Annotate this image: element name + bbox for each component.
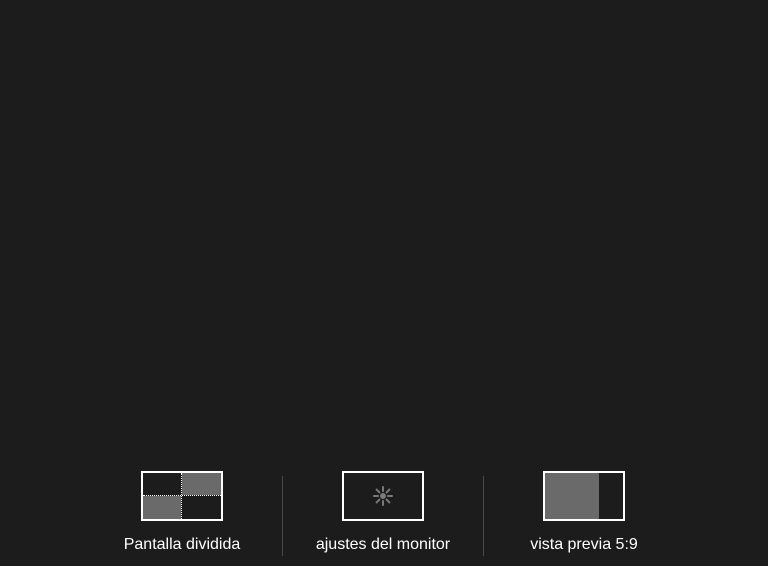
gear-icon	[373, 486, 393, 506]
monitor-settings-frame	[342, 471, 424, 521]
bottom-menu-bar: Pantalla dividida ajustes del monitor vi…	[0, 466, 768, 566]
split-screen-button[interactable]: Pantalla dividida	[82, 466, 282, 566]
preview-5-9-label: vista previa 5:9	[530, 536, 638, 553]
monitor-settings-label: ajustes del monitor	[315, 536, 451, 553]
split-screen-label: Pantalla dividida	[123, 536, 241, 553]
screen: Pantalla dividida ajustes del monitor vi…	[0, 0, 768, 566]
preview-5-9-button[interactable]: vista previa 5:9	[484, 466, 684, 566]
preview-5-9-icon	[543, 471, 625, 521]
monitor-settings-button[interactable]: ajustes del monitor	[283, 466, 483, 566]
split-screen-icon	[141, 471, 223, 521]
